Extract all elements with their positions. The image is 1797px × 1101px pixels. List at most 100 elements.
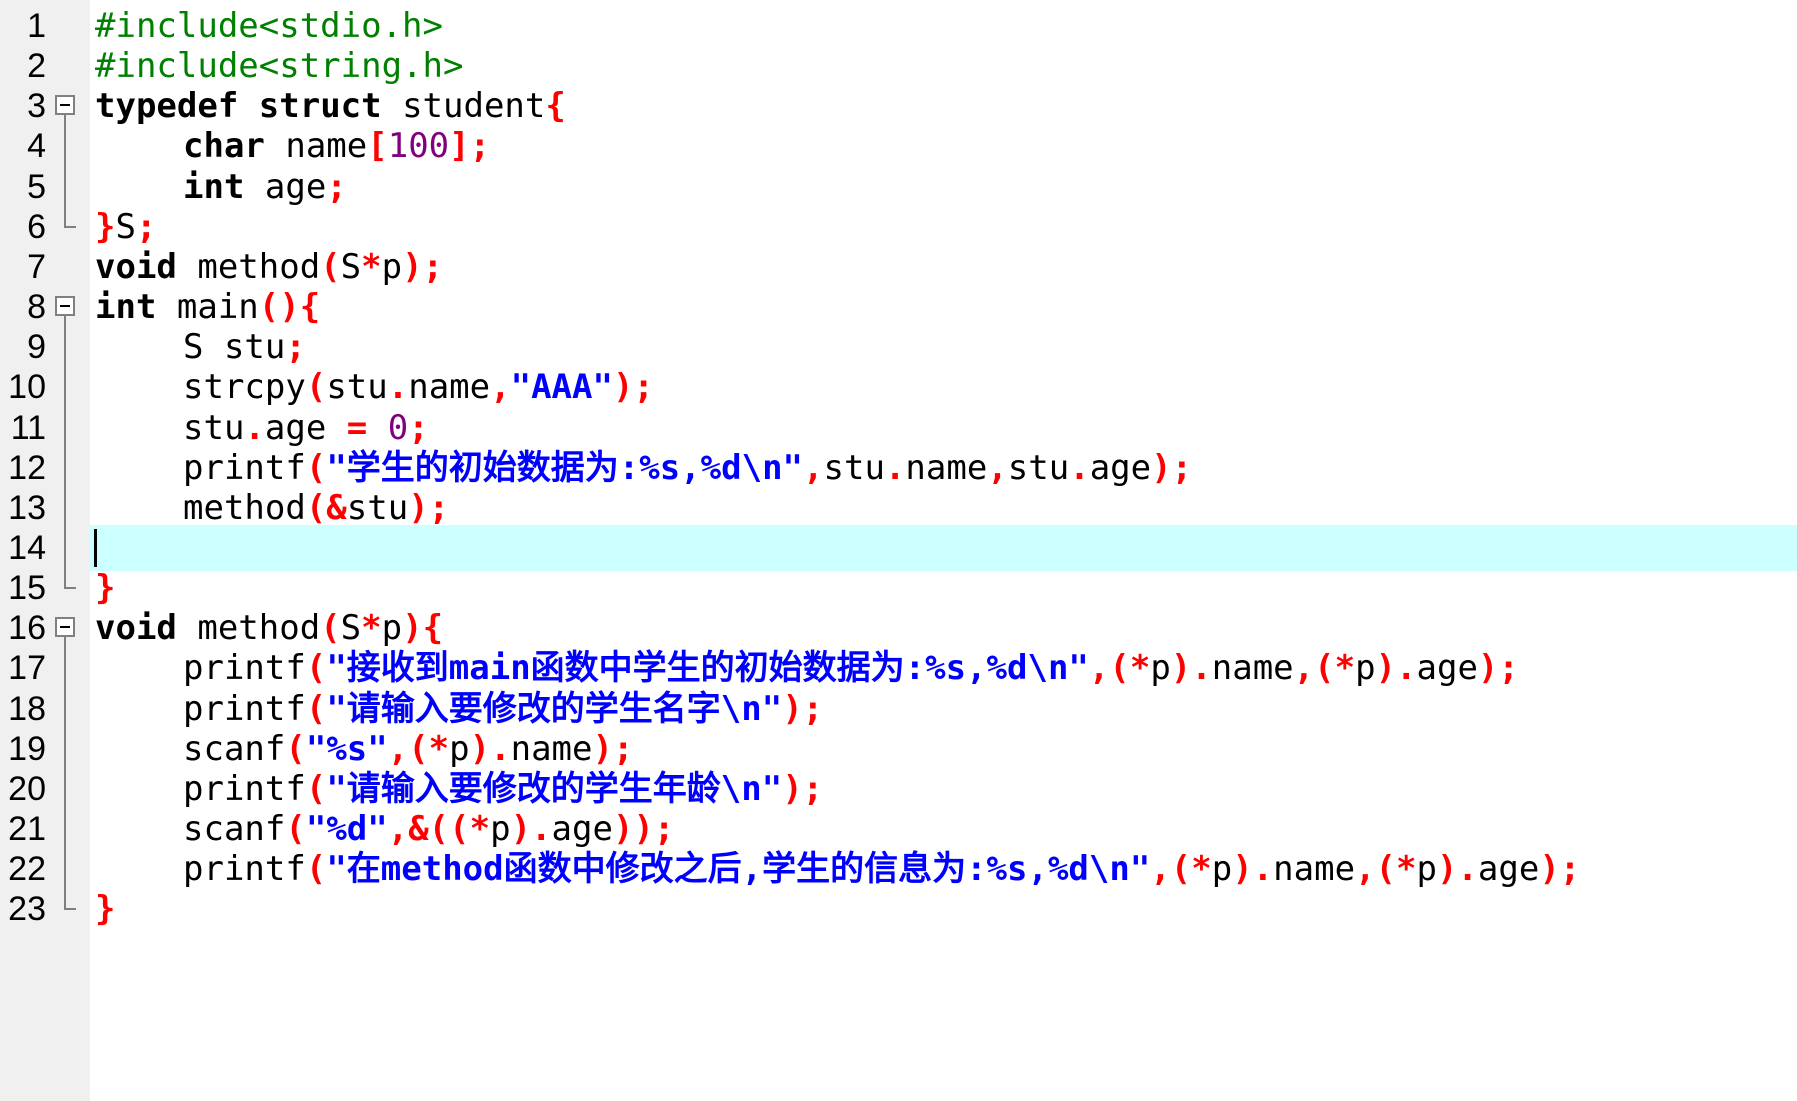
code-line[interactable]: 2 #include<string.h> xyxy=(0,43,1797,89)
code-line[interactable]: 14 xyxy=(0,524,1797,571)
code-token: 100 xyxy=(387,126,450,167)
code-line[interactable]: 21 scanf("%d",&((*p).age)); xyxy=(0,806,1797,852)
code-line[interactable]: 3 typedef struct student{ xyxy=(0,83,1797,130)
code-line[interactable]: 15} xyxy=(0,565,1797,611)
code-text: char name[100]; xyxy=(183,123,490,169)
code-token: * xyxy=(361,246,382,287)
code-token: printf xyxy=(183,688,306,729)
code-token: age xyxy=(1089,447,1152,488)
fold-guide-line xyxy=(64,524,66,571)
code-line[interactable]: 20 printf("请输入要修改的学生年龄\n"); xyxy=(0,765,1797,812)
fold-guide-line xyxy=(64,645,66,692)
code-token: age xyxy=(1416,648,1478,689)
code-token: printf xyxy=(183,768,306,809)
code-token: scanf xyxy=(183,809,286,849)
code-line[interactable]: 19 scanf("%s",(*p).name); xyxy=(0,725,1797,772)
code-token: , xyxy=(490,367,511,408)
code-text: int age; xyxy=(183,164,347,210)
code-text: } xyxy=(95,565,115,611)
code-token: ,(* xyxy=(1150,849,1212,890)
code-token: p xyxy=(1355,648,1376,689)
code-token: ); xyxy=(1151,447,1193,488)
code-line[interactable]: 4 char name[100]; xyxy=(0,123,1797,170)
code-line[interactable]: 23} xyxy=(0,886,1797,932)
code-token: ); xyxy=(402,246,444,287)
line-number: 23 xyxy=(8,890,46,929)
code-token: . xyxy=(244,407,265,448)
code-token: p xyxy=(1416,849,1437,890)
code-token: ( xyxy=(305,447,327,488)
code-token: int xyxy=(183,166,245,207)
code-token: ( xyxy=(305,367,327,408)
code-token: , xyxy=(987,447,1008,488)
line-number: 2 xyxy=(27,47,46,86)
fold-guide-line xyxy=(64,404,66,451)
code-token: "请输入要修改的学生名字\n" xyxy=(326,688,783,729)
code-token: printf xyxy=(183,447,306,488)
fold-guide-line xyxy=(64,484,66,531)
fold-collapse-icon[interactable] xyxy=(55,296,75,317)
code-line[interactable]: 18 printf("请输入要修改的学生名字\n"); xyxy=(0,685,1797,732)
code-text: printf("请输入要修改的学生名字\n"); xyxy=(183,686,823,732)
code-token: void xyxy=(95,608,177,649)
code-token: ); xyxy=(592,728,634,769)
code-token: #include<stdio.h> xyxy=(95,6,443,46)
code-line[interactable]: 10 strcpy(stu.name,"AAA"); xyxy=(0,364,1797,411)
fold-collapse-icon[interactable] xyxy=(55,95,75,116)
code-token: ; xyxy=(135,206,157,247)
code-token: } xyxy=(95,568,116,609)
code-token: typedef xyxy=(95,86,239,127)
code-text: printf("请输入要修改的学生年龄\n"); xyxy=(183,766,823,812)
code-line[interactable]: 6}S; xyxy=(0,203,1797,250)
code-token: stu xyxy=(823,447,885,488)
fold-end-marker xyxy=(64,587,76,590)
code-line[interactable]: 8 int main(){ xyxy=(0,284,1797,331)
code-token: name xyxy=(1273,849,1356,890)
code-line[interactable]: 16 void method(S*p){ xyxy=(0,605,1797,652)
code-text: printf("在method函数中修改之后,学生的信息为:%s,%d\n",(… xyxy=(183,846,1580,892)
code-line[interactable]: 5 int age; xyxy=(0,163,1797,210)
code-token: )); xyxy=(612,809,675,849)
code-token: student xyxy=(381,86,546,127)
code-token: } xyxy=(95,206,116,247)
code-token: stu xyxy=(346,487,409,528)
code-token: age xyxy=(1477,849,1540,890)
fold-guide-line xyxy=(64,846,66,893)
code-token: ,(* xyxy=(1088,648,1151,689)
code-token: "%s" xyxy=(305,728,388,769)
code-token: stu xyxy=(1007,447,1070,488)
line-number: 15 xyxy=(8,569,46,608)
code-text: printf("学生的初始数据为:%s,%d\n",stu.name,stu.a… xyxy=(183,445,1192,491)
code-editor[interactable]: 1 #include<stdio.h> 2 #include<string.h> 3 ty… xyxy=(0,0,1797,1101)
code-text: method(&stu); xyxy=(183,485,449,531)
code-token: S xyxy=(340,608,362,649)
line-number: 21 xyxy=(8,810,46,848)
code-line[interactable]: 7 void method(S*p); xyxy=(0,244,1797,290)
code-token: ); xyxy=(782,688,824,729)
code-line[interactable]: 17 printf("接收到main函数中学生的初始数据为:%s,%d\n",(*… xyxy=(0,645,1797,692)
code-token: main xyxy=(156,287,259,328)
code-token: [ xyxy=(367,126,388,167)
code-token: 0 xyxy=(387,407,409,448)
code-token: strcpy xyxy=(183,367,306,408)
code-token: stu xyxy=(183,407,245,448)
line-number: 20 xyxy=(8,769,46,808)
fold-collapse-icon[interactable] xyxy=(55,617,75,638)
code-line[interactable]: 1 #include<stdio.h> xyxy=(0,3,1797,49)
code-line[interactable]: 22 printf("在method函数中修改之后,学生的信息为:%s,%d\n"… xyxy=(0,846,1797,893)
fold-guide-line xyxy=(64,364,66,411)
code-token: stu xyxy=(326,367,388,408)
code-token: } xyxy=(95,889,116,930)
code-token: ); xyxy=(782,768,824,809)
code-token: struct xyxy=(258,86,382,127)
line-number: 22 xyxy=(8,850,46,889)
code-line[interactable]: 13 method(&stu); xyxy=(0,484,1797,531)
code-line[interactable]: 12 printf("学生的初始数据为:%s,%d\n",stu.name,stu… xyxy=(0,444,1797,491)
code-line[interactable]: 11 stu.age = 0; xyxy=(0,404,1797,451)
fold-guide-line xyxy=(64,565,66,590)
code-token: p xyxy=(381,608,403,649)
code-line[interactable]: 9 S stu; xyxy=(0,324,1797,371)
code-token: S xyxy=(340,246,362,287)
code-token: char xyxy=(183,126,265,167)
